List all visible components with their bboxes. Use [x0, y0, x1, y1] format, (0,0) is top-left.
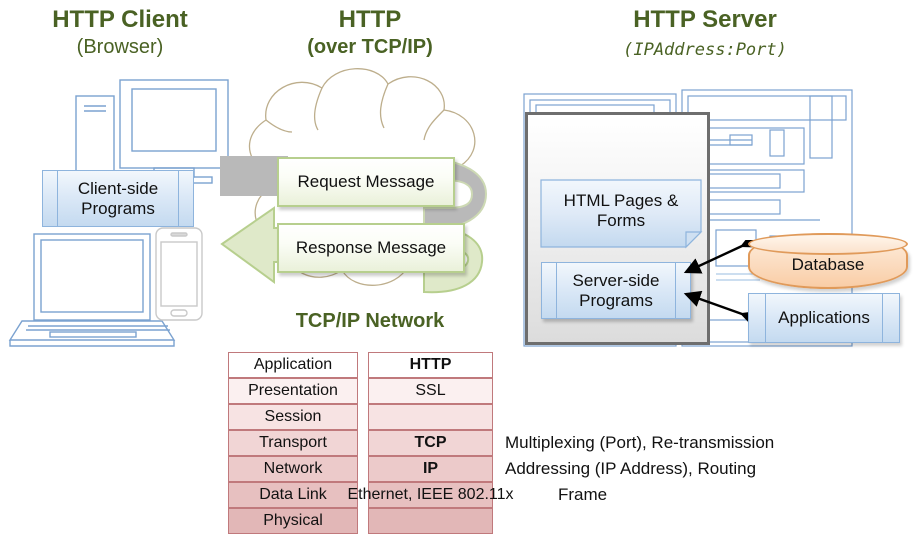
protocol-title: HTTP: [338, 6, 402, 33]
osi-layer-name-cell: Network: [228, 456, 358, 482]
server-subtitle: (IPAddress:Port): [623, 40, 787, 60]
server-title: HTTP Server: [633, 6, 777, 33]
server-programs-line1: Server-side: [572, 270, 660, 290]
html-pages-line1: HTML Pages &: [563, 190, 679, 210]
osi-protocol-cell: [368, 508, 493, 534]
server-side-programs-label: Server-side Programs: [542, 263, 690, 318]
osi-protocol-cell: IP: [368, 456, 493, 482]
database-label: Database: [791, 255, 865, 275]
database-cylinder[interactable]: Database: [748, 233, 908, 289]
network-label: TCP/IP Network: [295, 310, 445, 332]
applications-box[interactable]: Applications: [748, 293, 900, 343]
server-side-programs-box[interactable]: Server-side Programs: [541, 262, 691, 319]
request-message-box[interactable]: Request Message: [277, 157, 455, 207]
osi-layer-name-cell: Presentation: [228, 378, 358, 404]
osi-note: Multiplexing (Port), Re-transmission: [505, 433, 775, 452]
client-title: HTTP Client: [52, 6, 188, 33]
client-side-programs-box[interactable]: Client-side Programs: [42, 170, 194, 227]
html-pages-line2: Forms: [596, 210, 646, 230]
laptop-icon: [8, 233, 176, 347]
osi-protocol-cell: [368, 404, 493, 430]
client-programs-line2: Programs: [81, 198, 155, 218]
html-pages-forms-box[interactable]: HTML Pages & Forms: [540, 179, 703, 249]
response-message-label: Response Message: [295, 238, 447, 258]
osi-layer-name-cell: Transport: [228, 430, 358, 456]
osi-layer-name-cell: Session: [228, 404, 358, 430]
protocol-subtitle: (over TCP/IP): [307, 36, 433, 58]
html-pages-forms-label: HTML Pages & Forms: [541, 180, 701, 247]
osi-protocol-cell: Ethernet, IEEE 802.11x: [347, 482, 514, 508]
osi-layer-name-cell: Physical: [228, 508, 358, 534]
client-programs-line1: Client-side: [77, 178, 159, 198]
osi-protocol-cell: HTTP: [368, 352, 493, 378]
client-side-programs-label: Client-side Programs: [43, 171, 193, 226]
osi-protocol-cell: TCP: [368, 430, 493, 456]
osi-protocol-cell: SSL: [368, 378, 493, 404]
osi-layer-table: Application HTTP Presentation SSL Session Tra…: [228, 352, 848, 537]
osi-note: Addressing (IP Address), Routing: [505, 459, 757, 478]
osi-note: Frame: [558, 485, 608, 504]
server-programs-line2: Programs: [579, 290, 653, 310]
osi-layer-name-cell: Data Link: [228, 482, 358, 508]
applications-label: Applications: [778, 308, 870, 328]
request-message-label: Request Message: [297, 172, 435, 192]
response-message-box[interactable]: Response Message: [277, 223, 465, 273]
osi-layer-name-cell: Application: [228, 352, 358, 378]
monitor-icon: [119, 79, 229, 184]
client-subtitle: (Browser): [76, 36, 164, 58]
